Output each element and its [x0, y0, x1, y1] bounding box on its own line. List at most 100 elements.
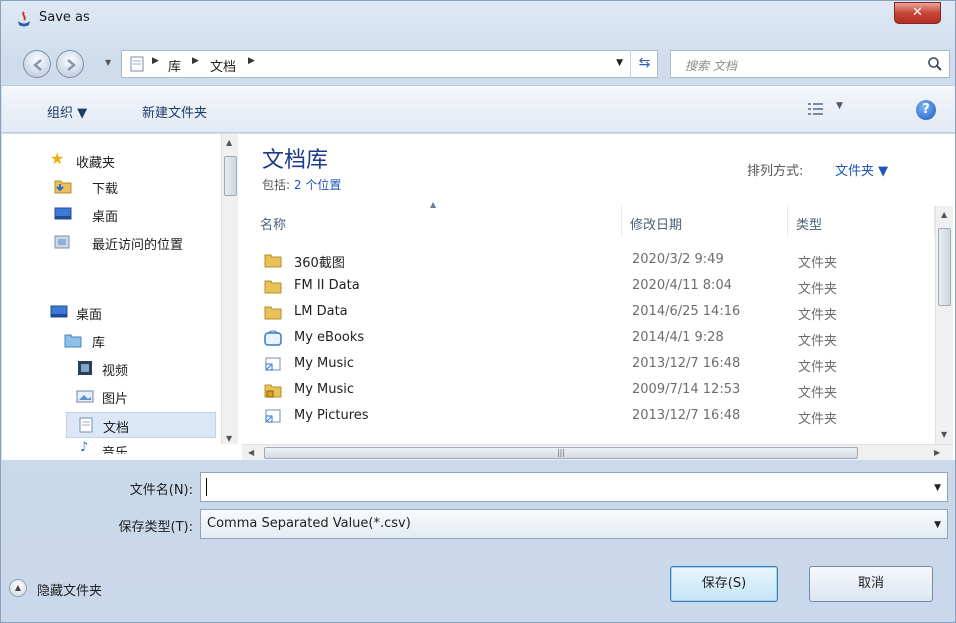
nav-item-label: 最近访问的位置: [92, 238, 184, 253]
nav-documents[interactable]: 文档: [66, 412, 216, 438]
nav-item-label: 收藏夹: [76, 156, 116, 171]
scroll-down-icon[interactable]: ▼: [226, 434, 232, 443]
nav-pictures[interactable]: 图片: [2, 384, 222, 410]
desktop-icon: [54, 207, 72, 220]
recent-pages-dropdown-icon[interactable]: ▼: [105, 58, 111, 67]
file-list-vertical-scrollbar[interactable]: ▲ ▼: [935, 206, 953, 444]
library-includes: 包括: 2 个位置: [262, 176, 341, 193]
file-row[interactable]: My Music 2013/12/7 16:48 文件夹: [252, 352, 935, 378]
organize-menu[interactable]: 组织 ▼: [47, 102, 87, 121]
browser-body: ★ 收藏夹 下载 桌面 最近访问的位置 桌面 库 视频 图片 文档 ♪ 音乐 ▲…: [2, 134, 955, 460]
breadcrumb-documents[interactable]: 文档: [210, 56, 236, 75]
horizontal-scroll-thumb[interactable]: |||: [264, 447, 858, 459]
address-bar[interactable]: ▶ 库 ▶ 文档 ▶ ▼: [121, 50, 658, 78]
locked-folder-icon: [264, 384, 282, 398]
filetype-dropdown-icon[interactable]: ▼: [934, 520, 941, 530]
nav-music[interactable]: ♪ 音乐: [2, 440, 222, 454]
refresh-button[interactable]: ⇆: [630, 50, 658, 78]
address-row: ▼ ▶ 库 ▶ 文档 ▶ ▼ ⇆ 搜索 文档: [1, 41, 955, 81]
folder-icon: [264, 254, 282, 268]
sort-ascending-icon: ▲: [430, 200, 437, 209]
file-name: LM Data: [294, 304, 348, 319]
scroll-up-icon[interactable]: ▲: [226, 138, 232, 147]
file-date: 2013/12/7 16:48: [632, 356, 741, 371]
file-date: 2014/6/25 14:16: [632, 304, 741, 319]
nav-item-label: 文档: [103, 421, 130, 436]
column-type-header[interactable]: 类型: [788, 206, 935, 236]
text-caret: [206, 478, 207, 496]
back-arrow-icon: [33, 59, 42, 71]
nav-item-label: 桌面: [92, 210, 119, 225]
filename-label: 文件名(N):: [129, 483, 193, 498]
file-row[interactable]: LM Data 2014/6/25 14:16 文件夹: [252, 300, 935, 326]
file-type: 文件夹: [798, 386, 838, 401]
file-row[interactable]: FM II Data 2020/4/11 8:04 文件夹: [252, 274, 935, 300]
file-name: FM II Data: [294, 278, 360, 293]
file-row[interactable]: 360截图 2020/3/2 9:49 文件夹: [252, 248, 935, 274]
column-name-header[interactable]: 名称 ▲: [252, 200, 622, 236]
new-folder-button[interactable]: 新建文件夹: [142, 102, 207, 121]
save-button[interactable]: 保存(S): [670, 566, 778, 602]
file-name: My Music: [294, 356, 355, 371]
breadcrumb-separator-icon[interactable]: ▶: [192, 56, 199, 66]
back-button[interactable]: [23, 50, 51, 78]
nav-scroll-thumb[interactable]: [224, 156, 237, 196]
address-dropdown-icon[interactable]: ▼: [616, 58, 623, 68]
nav-item-label: 图片: [102, 392, 129, 407]
nav-favorites[interactable]: ★ 收藏夹: [2, 148, 222, 174]
nav-pane-scrollbar[interactable]: ▲ ▼: [221, 134, 238, 444]
view-dropdown-icon: ▼: [836, 101, 843, 111]
collapse-icon: ▲: [9, 579, 27, 597]
close-icon: ✕: [912, 5, 923, 20]
breadcrumb-separator-icon[interactable]: ▶: [152, 56, 159, 66]
change-view-button[interactable]: ▼: [808, 100, 858, 120]
file-list-horizontal-scrollbar[interactable]: ◀ ||| ▶: [242, 444, 953, 460]
file-date: 2014/4/1 9:28: [632, 330, 724, 345]
file-name: My Music: [294, 382, 355, 397]
includes-locations-link[interactable]: 2 个位置: [294, 178, 341, 192]
file-type: 文件夹: [798, 412, 838, 427]
filename-dropdown-icon[interactable]: ▼: [934, 483, 941, 493]
cancel-button[interactable]: 取消: [809, 566, 933, 602]
navigation-pane: ★ 收藏夹 下载 桌面 最近访问的位置 桌面 库 视频 图片 文档 ♪ 音乐 ▲…: [2, 134, 242, 460]
view-list-icon: [808, 103, 823, 115]
file-date: 2020/3/2 9:49: [632, 252, 724, 267]
scroll-down-icon[interactable]: ▼: [941, 430, 947, 439]
breadcrumb-separator-icon[interactable]: ▶: [248, 56, 255, 66]
vertical-scroll-thumb[interactable]: [938, 228, 951, 306]
file-date: 2020/4/11 8:04: [632, 278, 732, 293]
close-button[interactable]: ✕: [894, 2, 941, 24]
nav-item-label: 视频: [102, 364, 129, 379]
column-label: 类型: [796, 218, 823, 233]
filename-field[interactable]: ▼: [200, 472, 948, 502]
nav-desktop-fav[interactable]: 桌面: [2, 202, 222, 228]
filetype-select[interactable]: Comma Separated Value(*.csv) ▼: [200, 509, 948, 539]
forward-arrow-icon: [67, 59, 76, 71]
nav-libraries[interactable]: 库: [2, 328, 222, 354]
scroll-right-icon[interactable]: ▶: [934, 448, 940, 457]
forward-button[interactable]: [56, 50, 84, 78]
hide-folders-button[interactable]: ▲ 隐藏文件夹: [9, 579, 102, 599]
download-folder-icon: [54, 180, 72, 194]
title-bar: Save as ✕: [1, 1, 955, 35]
file-row[interactable]: My Music 2009/7/14 12:53 文件夹: [252, 378, 935, 404]
scroll-up-icon[interactable]: ▲: [941, 210, 947, 219]
file-row[interactable]: My Pictures 2013/12/7 16:48 文件夹: [252, 404, 935, 430]
help-button[interactable]: ?: [916, 100, 936, 120]
help-icon: ?: [922, 102, 930, 117]
nav-videos[interactable]: 视频: [2, 356, 222, 382]
nav-item-label: 下载: [92, 182, 119, 197]
scroll-left-icon[interactable]: ◀: [248, 448, 254, 457]
nav-downloads[interactable]: 下载: [2, 174, 222, 200]
search-input[interactable]: 搜索 文档: [670, 50, 950, 78]
nav-desktop[interactable]: 桌面: [2, 300, 222, 326]
desktop-icon: [50, 305, 68, 318]
breadcrumb-library[interactable]: 库: [168, 56, 181, 75]
arrange-by-dropdown[interactable]: 文件夹 ▼: [835, 160, 888, 179]
file-row[interactable]: My eBooks 2014/4/1 9:28 文件夹: [252, 326, 935, 352]
music-library-icon: ♪: [80, 440, 89, 454]
column-date-header[interactable]: 修改日期: [622, 206, 788, 236]
nav-recent-places[interactable]: 最近访问的位置: [2, 230, 222, 256]
app-icon: [18, 11, 30, 27]
search-icon[interactable]: [927, 56, 943, 72]
